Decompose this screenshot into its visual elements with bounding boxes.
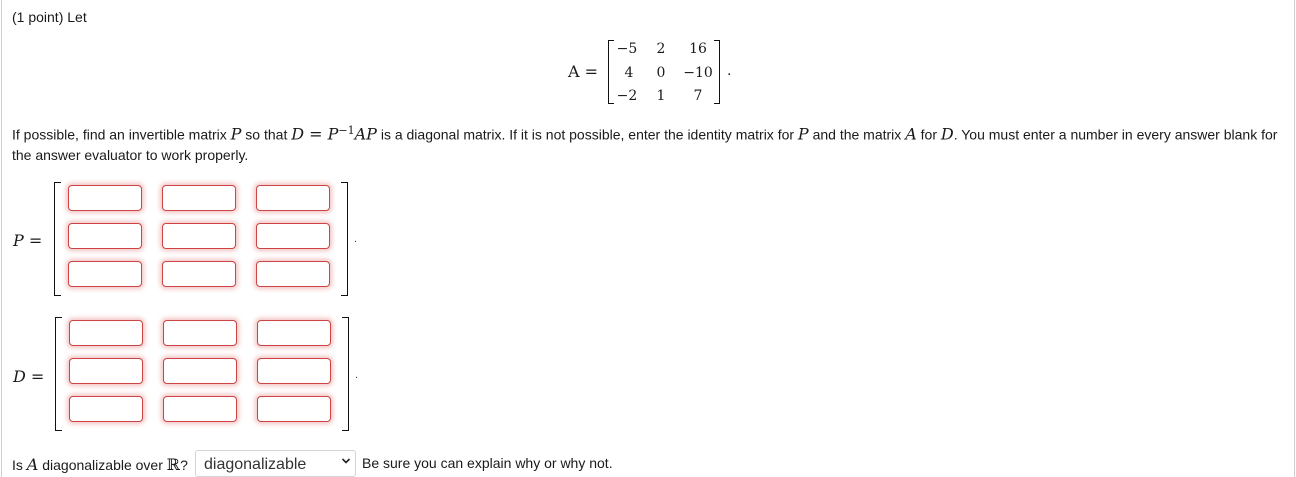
matrix-a-cell-2-2: 0 (656, 65, 666, 81)
problem-heading: (1 point) Let (12, 9, 87, 25)
p-matrix-left-bracket (54, 182, 61, 296)
diagonalizable-question: Is A diagonalizable over ℝ? (12, 455, 188, 474)
matrix-a-cell-1-2: 2 (656, 41, 666, 57)
matrix-a-cell-3-3: 7 (693, 88, 703, 104)
d-input-1-3[interactable] (257, 320, 331, 346)
p-input-1-3[interactable] (256, 185, 330, 211)
p-input-3-2[interactable] (162, 261, 236, 287)
d-input-2-3[interactable] (257, 358, 331, 384)
d-matrix-left-bracket (55, 317, 62, 431)
explain-note: Be sure you can explain why or why not. (362, 455, 613, 471)
d-matrix-period: . (355, 369, 359, 381)
d-input-1-1[interactable] (69, 320, 143, 346)
d-matrix-label: D = (13, 367, 45, 386)
d-input-1-2[interactable] (163, 320, 237, 346)
p-input-2-3[interactable] (256, 223, 330, 249)
d-input-2-2[interactable] (163, 358, 237, 384)
d-input-3-2[interactable] (163, 396, 237, 422)
p-input-2-1[interactable] (68, 223, 142, 249)
matrix-a-cell-3-2: 1 (656, 88, 666, 104)
p-input-2-2[interactable] (162, 223, 236, 249)
chevron-down-icon (341, 458, 351, 464)
d-input-2-1[interactable] (69, 358, 143, 384)
p-input-1-2[interactable] (162, 185, 236, 211)
d-input-3-3[interactable] (257, 396, 331, 422)
p-matrix-right-bracket (341, 182, 348, 296)
p-input-3-3[interactable] (256, 261, 330, 287)
matrix-a-label: A = (568, 62, 599, 81)
matrix-a-cell-2-3: −10 (683, 65, 713, 81)
p-matrix-period: . (354, 233, 358, 245)
matrix-a-cell-1-3: 16 (689, 41, 707, 57)
d-input-3-1[interactable] (69, 396, 143, 422)
instruction-text: If possible, find an invertible matrix P… (12, 124, 1278, 163)
matrix-a-period: . (727, 63, 732, 79)
diagonalizable-select-value: diagonalizable (204, 456, 307, 473)
p-input-1-1[interactable] (68, 185, 142, 211)
p-input-3-1[interactable] (68, 261, 142, 287)
p-matrix-label: P = (13, 231, 43, 250)
diagonalizable-select[interactable]: diagonalizable (195, 450, 356, 477)
d-matrix-right-bracket (342, 317, 349, 431)
